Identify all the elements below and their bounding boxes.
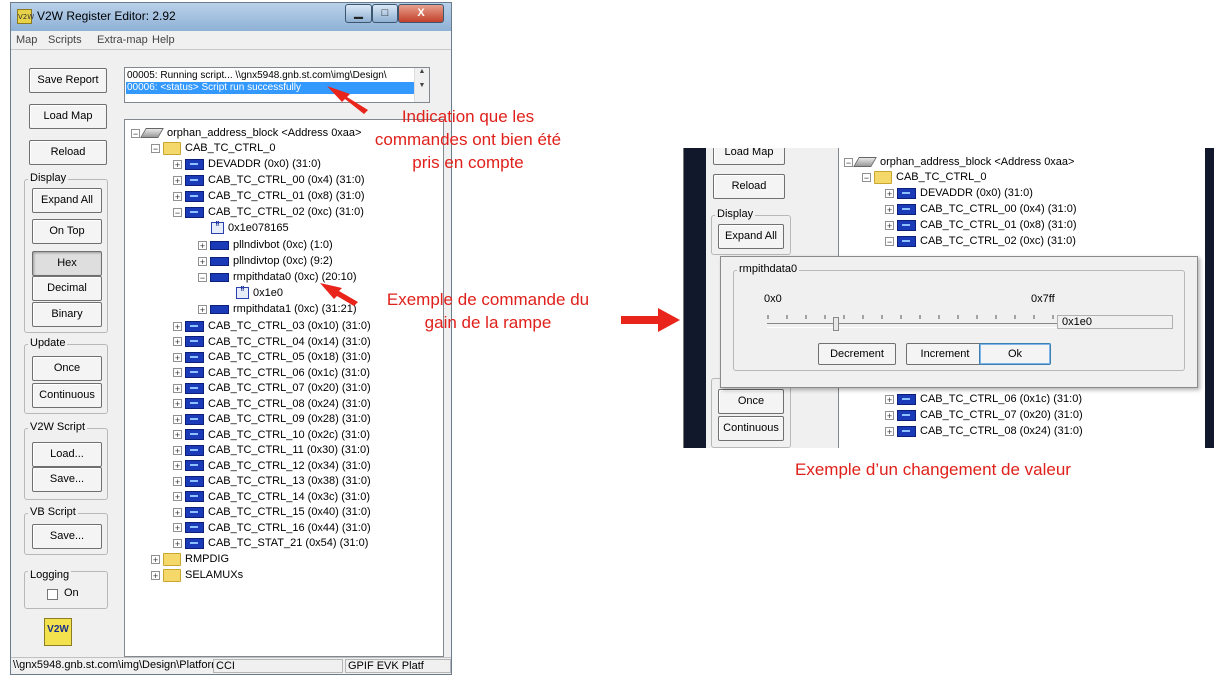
value-field[interactable]: 0x1e0 [1057,315,1173,329]
annotation-example: Exemple de commande du gain de la rampe [356,288,620,334]
expand-icon[interactable]: + [885,220,894,230]
slider-ticks [767,312,1059,320]
register-icon [897,393,916,405]
register-label: CAB_TC_CTRL_00 (0x4) (31:0) [920,203,1077,215]
tree-register[interactable]: + CAB_TC_CTRL_00 (0x4) (31:0) [885,202,1077,216]
register-icon [897,203,916,215]
continuous-button[interactable]: Continuous [718,416,784,441]
register-icon [897,219,916,231]
increment-button[interactable]: Increment [906,343,984,365]
slider-ticks-graphic [767,315,1054,319]
tree-register[interactable]: + CAB_TC_CTRL_07 (0x20) (31:0) [885,408,1083,422]
load-map-button[interactable]: Load Map [713,148,785,165]
tree-root-label: orphan_address_block <Address 0xaa> [880,156,1075,168]
reload-button[interactable]: Reload [713,174,785,199]
tree-register[interactable]: + CAB_TC_CTRL_01 (0x8) (31:0) [885,218,1077,232]
collapse-icon[interactable]: − [885,236,894,246]
folder-icon [874,170,892,184]
value-edit-dialog: rmpithdata0 0x0 0x7ff 0x1e0 Decrement In… [720,256,1198,388]
tree-block-label: CAB_TC_CTRL_0 [896,171,987,183]
annotation-indication: Indication que les commandes ont bien ét… [362,105,574,174]
once-button[interactable]: Once [718,389,784,414]
expand-all-button[interactable]: Expand All [718,224,784,249]
slider-min-label: 0x0 [764,293,782,305]
block-icon [853,157,877,168]
expand-icon[interactable]: + [885,394,894,404]
slider-track[interactable] [767,323,1057,328]
expand-icon[interactable]: + [885,426,894,436]
tree-register[interactable]: − CAB_TC_CTRL_02 (0xc) (31:0) [885,234,1076,248]
ok-button[interactable]: Ok [979,343,1051,365]
decrement-button[interactable]: Decrement [818,343,896,365]
annotation-line: pris en compte [412,153,524,172]
tree-register[interactable]: + CAB_TC_CTRL_06 (0x1c) (31:0) [885,392,1082,406]
slider-thumb[interactable] [833,317,839,331]
expand-icon[interactable]: + [885,204,894,214]
field-group-label: rmpithdata0 [737,263,800,275]
expand-icon[interactable]: + [885,188,894,198]
arrow-right-icon [621,308,680,332]
right-screenshot-panel: Load Map Reload Display Expand All Once … [683,148,1214,448]
register-label: CAB_TC_CTRL_08 (0x24) (31:0) [920,425,1083,437]
tree-register[interactable]: + CAB_TC_CTRL_08 (0x24) (31:0) [885,424,1083,438]
register-label: CAB_TC_CTRL_06 (0x1c) (31:0) [920,393,1083,405]
annotation-line: commandes ont bien été [374,130,562,149]
register-icon [897,235,916,247]
tree-root[interactable]: − orphan_address_block <Address 0xaa> [844,155,1074,169]
tree-block[interactable]: − CAB_TC_CTRL_0 [862,170,986,184]
annotation-line: Exemple de commande du [386,290,590,309]
register-icon [897,187,916,199]
tree-register[interactable]: + DEVADDR (0x0) (31:0) [885,186,1033,200]
slider-max-label: 0x7ff [1031,293,1055,305]
annotation-line: Indication que les [401,107,535,126]
register-label: CAB_TC_CTRL_01 (0x8) (31:0) [920,219,1077,231]
register-icon [897,409,916,421]
expand-icon[interactable]: + [885,410,894,420]
display-group-label: Display [715,208,756,220]
collapse-icon[interactable]: − [844,157,853,167]
register-label: CAB_TC_CTRL_07 (0x20) (31:0) [920,409,1083,421]
register-label: CAB_TC_CTRL_02 (0xc) (31:0) [920,235,1076,247]
caption: Exemple d’un changement de valeur [795,460,1071,479]
arrow-field-icon [320,283,358,306]
register-icon [897,425,916,437]
collapse-icon[interactable]: − [862,172,871,182]
register-label: DEVADDR (0x0) (31:0) [920,187,1033,199]
annotation-line: gain de la rampe [424,313,552,332]
